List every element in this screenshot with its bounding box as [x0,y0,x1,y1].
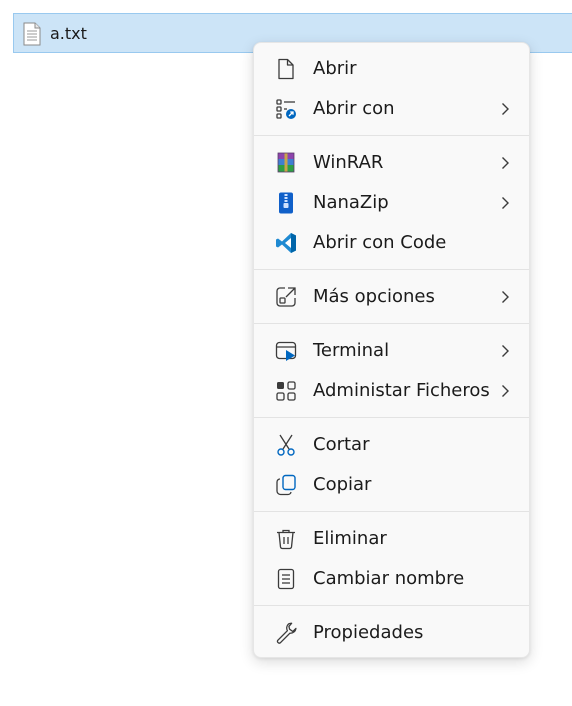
menu-item-label: NanaZip [313,192,389,213]
menu-item-cambiar-nombre[interactable]: Cambiar nombre [254,559,529,599]
chevron-right-icon [502,291,509,303]
menu-item-eliminar[interactable]: Eliminar [254,519,529,559]
file-name: a.txt [50,24,87,43]
menu-item-abrir-con-code[interactable]: Abrir con Code [254,223,529,263]
text-file-icon [23,22,41,46]
chevron-right-icon [502,345,509,357]
menu-separator [254,511,529,512]
menu-item-label: Terminal [313,340,390,361]
menu-separator [254,269,529,270]
menu-separator [254,323,529,324]
menu-item-abrir[interactable]: Abrir [254,49,529,89]
menu-item-terminal[interactable]: Terminal [254,331,529,371]
wrench-icon [276,622,297,644]
menu-item-label: Eliminar [313,528,387,549]
menu-item-mas-opciones[interactable]: Más opciones [254,277,529,317]
menu-item-label: Abrir con Code [313,232,447,253]
chevron-right-icon [502,157,509,169]
menu-item-label: Administar Ficheros [313,380,490,401]
menu-item-label: Copiar [313,474,372,495]
menu-item-cortar[interactable]: Cortar [254,425,529,465]
more-options-icon [276,287,296,307]
chevron-right-icon [502,197,509,209]
menu-item-administar-ficheros[interactable]: Administar Ficheros [254,371,529,411]
rename-icon [277,568,295,590]
trash-icon [277,529,295,550]
chevron-right-icon [502,103,509,115]
menu-item-label: Cambiar nombre [313,568,465,589]
menu-separator [254,135,529,136]
menu-item-label: Más opciones [313,286,435,307]
open-file-icon [278,58,294,80]
menu-item-winrar[interactable]: WinRAR [254,143,529,183]
menu-item-copiar[interactable]: Copiar [254,465,529,505]
menu-separator [254,417,529,418]
menu-item-nanazip[interactable]: NanaZip [254,183,529,223]
vscode-icon [276,233,296,253]
menu-item-propiedades[interactable]: Propiedades [254,613,529,653]
copy-icon [276,474,296,496]
menu-item-label: Abrir con [313,98,395,119]
open-with-icon [276,99,296,119]
manage-files-icon [276,381,296,401]
nanazip-icon [279,192,293,214]
menu-separator [254,605,529,606]
chevron-right-icon [502,385,509,397]
winrar-icon [277,152,295,173]
menu-item-label: Propiedades [313,622,424,643]
menu-item-label: WinRAR [313,152,384,173]
menu-item-label: Abrir [313,58,357,79]
scissors-icon [277,434,295,456]
context-menu: Abrir Abrir con WinRAR NanaZip Abrir con… [253,42,530,658]
menu-item-abrir-con[interactable]: Abrir con [254,89,529,129]
menu-item-label: Cortar [313,434,370,455]
terminal-icon [275,341,297,361]
